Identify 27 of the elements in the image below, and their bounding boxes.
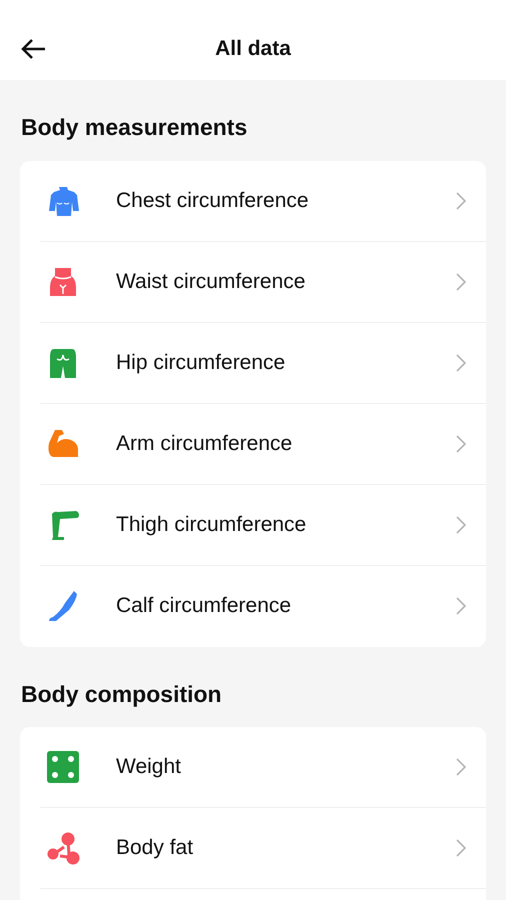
list-item[interactable]: Chest circumference (40, 160, 486, 242)
list-item[interactable]: Arm circumference (40, 404, 486, 484)
chevron-icon (456, 758, 466, 776)
section-title: Body measurements (21, 114, 248, 140)
chevron-icon (456, 516, 466, 534)
item-label: Thigh circumference (116, 512, 308, 538)
item-label: Arm circumference (116, 430, 294, 457)
chevron-icon (456, 354, 466, 372)
chevron-icon (456, 192, 466, 210)
list-item[interactable]: Weight (40, 727, 486, 808)
list-item[interactable]: Hip circumference (40, 322, 486, 404)
list-item[interactable]: Calf circumference (40, 566, 486, 646)
list-item[interactable]: Thigh circumference (40, 484, 486, 566)
item-label: Weight (116, 754, 182, 780)
chevron-icon (456, 839, 466, 857)
chevron-icon (456, 597, 466, 615)
item-label: Calf circumference (116, 593, 292, 620)
chevron-icon (456, 272, 466, 290)
section-title: Body composition (21, 680, 222, 706)
item-label: Hip circumference (116, 350, 286, 376)
chevron-icon (456, 434, 466, 452)
list-item[interactable]: Body fat (40, 808, 486, 889)
page-title: All data (215, 36, 291, 62)
item-label: Body fat (116, 835, 194, 862)
item-label: Chest circumference (116, 188, 310, 214)
list-item[interactable]: Waist circumference (40, 242, 486, 322)
item-label: Waist circumference (116, 268, 306, 295)
